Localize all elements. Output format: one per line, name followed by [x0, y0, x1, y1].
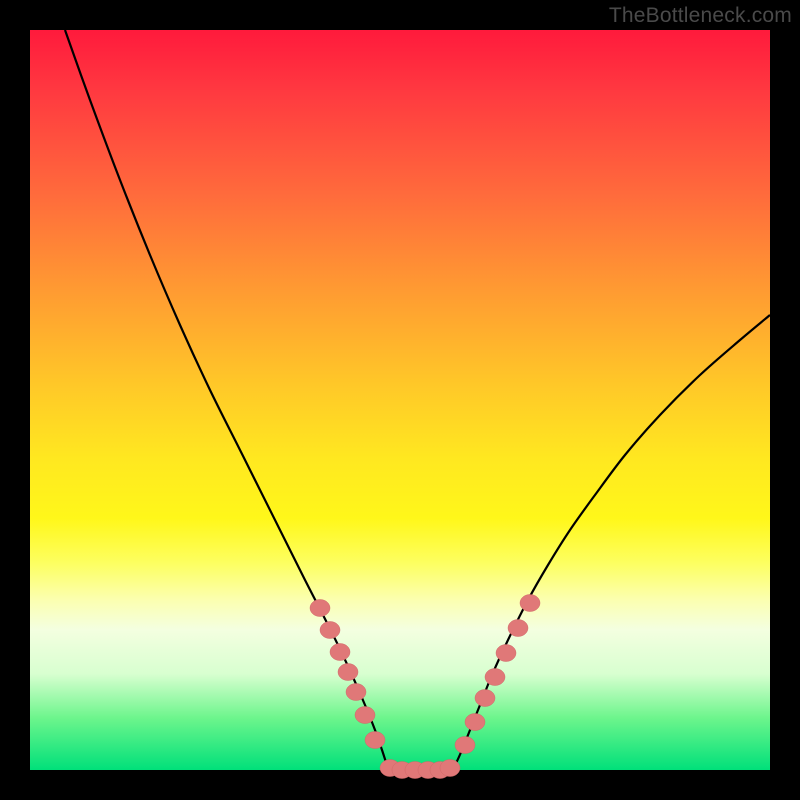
chart-frame: TheBottleneck.com: [0, 0, 800, 800]
data-dot: [520, 595, 540, 612]
bottleneck-curve-right: [450, 315, 770, 770]
data-dot: [330, 644, 350, 661]
data-dot: [365, 732, 385, 749]
data-dot: [455, 737, 475, 754]
data-dot: [496, 645, 516, 662]
data-dot: [320, 622, 340, 639]
data-dot: [440, 760, 460, 777]
data-dot: [485, 669, 505, 686]
data-dot: [346, 684, 366, 701]
data-dots-group: [310, 595, 540, 779]
chart-overlay-svg: [30, 30, 770, 770]
data-dot: [355, 707, 375, 724]
data-dot: [338, 664, 358, 681]
data-dot: [465, 714, 485, 731]
data-dot: [475, 690, 495, 707]
gradient-plot-area: [30, 30, 770, 770]
data-dot: [310, 600, 330, 617]
watermark-text: TheBottleneck.com: [609, 4, 792, 28]
data-dot: [508, 620, 528, 637]
